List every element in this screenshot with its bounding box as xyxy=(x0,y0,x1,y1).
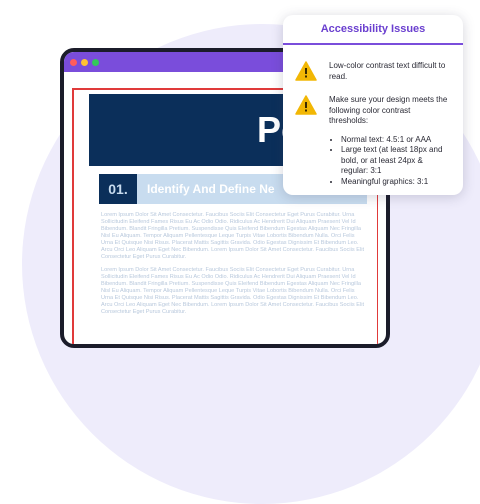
close-dot[interactable] xyxy=(70,58,77,66)
warning-icon xyxy=(295,95,317,115)
maximize-dot[interactable] xyxy=(92,58,99,66)
issue-description: Make sure your design meets the followin… xyxy=(329,95,448,125)
issue-text: Low-color contrast text difficult to rea… xyxy=(329,61,446,81)
issue-text: Make sure your design meets the followin… xyxy=(329,95,451,187)
warning-icon xyxy=(295,61,317,81)
section-number: 01. xyxy=(99,174,137,204)
body-paragraph: Lorem Ipsum Dolor Sit Amet Consectetur. … xyxy=(101,212,365,260)
panel-title: Accessibility Issues xyxy=(320,23,426,35)
body-paragraph: Lorem Ipsum Dolor Sit Amet Consectetur. … xyxy=(101,267,365,315)
minimize-dot[interactable] xyxy=(81,58,88,66)
contrast-requirements: Normal text: 4.5:1 or AAA Large text (at… xyxy=(329,135,451,188)
list-item: Large text (at least 18px and bold, or a… xyxy=(341,145,451,177)
section-title: Identify And Define Ne xyxy=(147,182,275,196)
list-item: Normal text: 4.5:1 or AAA xyxy=(341,135,451,146)
list-item: Meaningful graphics: 3:1 xyxy=(341,177,451,188)
issue-item: Low-color contrast text difficult to rea… xyxy=(295,61,451,82)
issue-item: Make sure your design meets the followin… xyxy=(295,95,451,187)
document-body: Lorem Ipsum Dolor Sit Amet Consectetur. … xyxy=(101,212,365,316)
accessibility-issues-panel: Accessibility Issues Low-color contrast … xyxy=(283,15,463,195)
panel-header: Accessibility Issues xyxy=(283,15,463,45)
